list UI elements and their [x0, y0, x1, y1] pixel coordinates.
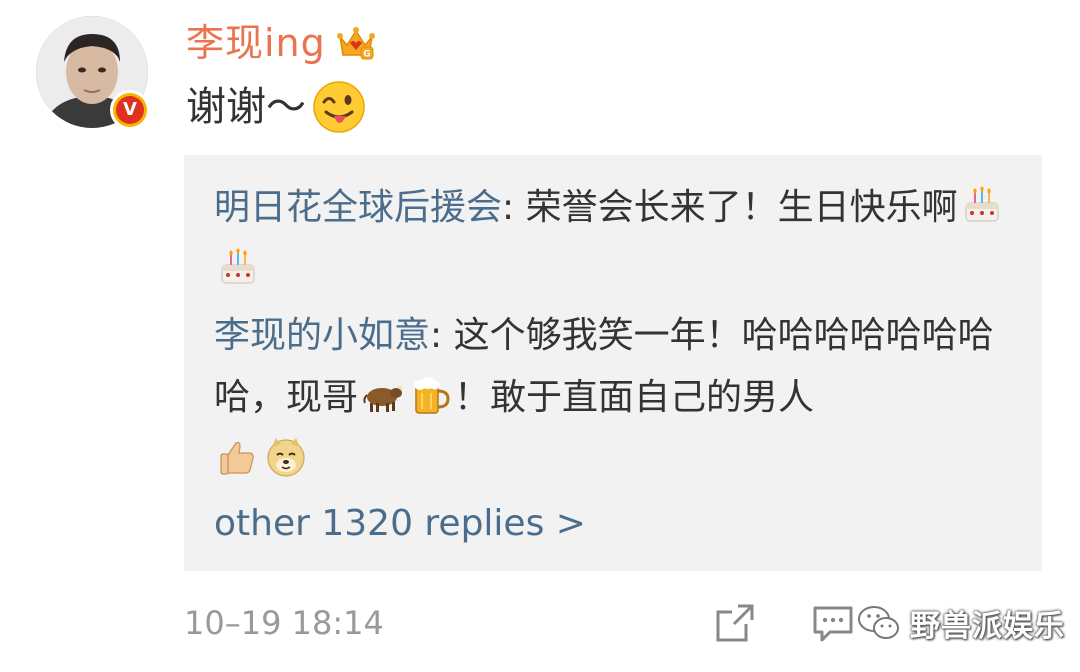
reply-text: 荣誉会长来了！生日快乐啊	[525, 187, 958, 228]
verified-letter: V	[116, 96, 144, 124]
reply-item: 李现的小如意: 这个够我笑一年！哈哈哈哈哈哈哈哈，现哥 ！敢于直面自己的男人	[214, 305, 1014, 491]
more-replies-link[interactable]: other 1320 replies >	[214, 499, 586, 549]
reply-text-part2: ！敢于直面自己的男人	[454, 377, 815, 418]
verified-badge-icon: V	[110, 90, 150, 130]
comment-text: 谢谢～	[186, 84, 306, 130]
beer-mug-emoji	[414, 377, 450, 414]
timestamp: 10–19 18:14	[184, 604, 384, 642]
reply-separator: :	[430, 315, 454, 356]
share-icon[interactable]	[712, 600, 758, 646]
birthday-cake-emoji	[965, 186, 999, 222]
thumbs-up-emoji	[220, 441, 254, 475]
replies-panel: 明日花全球后援会: 荣誉会长来了！生日快乐啊 李现的小如意: 这个够我笑一年！哈…	[184, 155, 1042, 571]
reply-author[interactable]: 明日花全球后援会	[214, 187, 502, 228]
doge-emoji	[267, 438, 305, 477]
avatar-container[interactable]: V	[36, 16, 150, 130]
wechat-icon	[858, 606, 899, 639]
weibo-comment-card: V 李现ing G 谢谢～ 明日花全球后援会: 荣誉会长来了！生日快乐啊 李现的…	[0, 0, 1080, 672]
username[interactable]: 李现ing	[186, 18, 326, 68]
birthday-cake-emoji	[221, 248, 255, 284]
comment-icon[interactable]	[810, 600, 856, 646]
reply-author[interactable]: 李现的小如意	[214, 315, 430, 356]
reply-item: 明日花全球后援会: 荣誉会长来了！生日快乐啊	[214, 177, 1014, 301]
action-bar	[712, 598, 856, 648]
svg-text:G: G	[363, 50, 370, 60]
username-row: 李现ing G	[186, 18, 376, 68]
member-crown-icon[interactable]: G	[336, 23, 376, 63]
ox-emoji	[363, 385, 403, 412]
wink-tongue-emoji	[313, 81, 365, 133]
comment-content: 谢谢～	[186, 80, 366, 134]
watermark: 野兽派娱乐	[856, 598, 1065, 648]
reply-separator: :	[502, 187, 526, 228]
watermark-text: 野兽派娱乐	[910, 609, 1065, 644]
